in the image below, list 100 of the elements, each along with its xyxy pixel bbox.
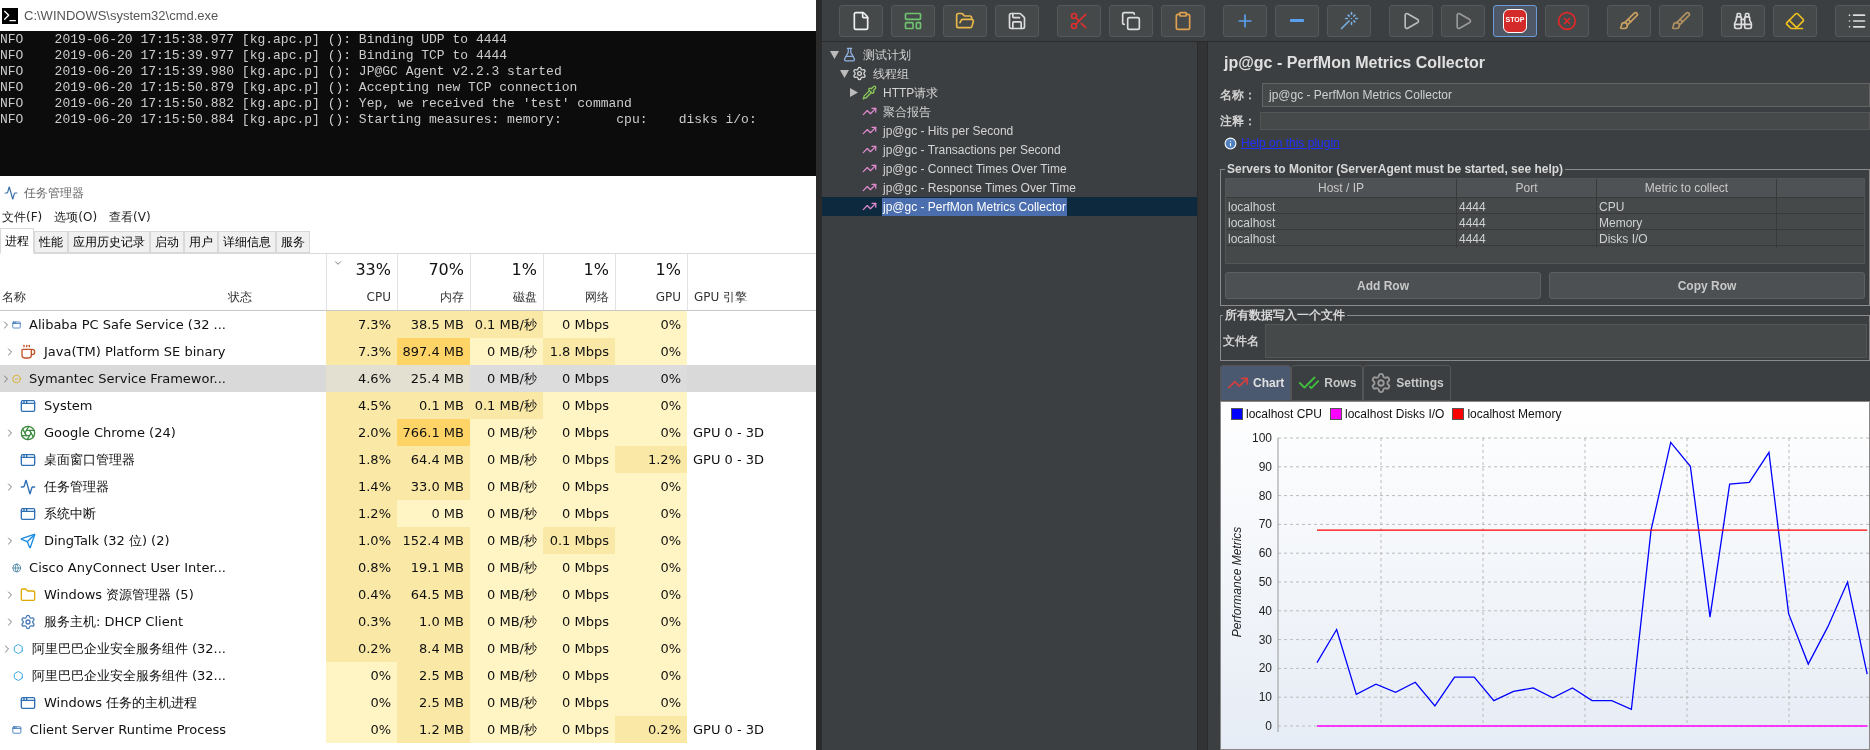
toolbar-button[interactable] (943, 4, 987, 37)
metric-cell: 0 Mbps (543, 662, 615, 689)
tab[interactable]: Rows (1291, 365, 1364, 401)
column-header[interactable]: GPU 引擎 (694, 288, 748, 306)
toolbar-button[interactable] (995, 4, 1039, 37)
table-cell: 4444 (1457, 198, 1597, 216)
name-field[interactable]: jp@gc - PerfMon Metrics Collector (1262, 83, 1870, 107)
tree-label: jp@gc - Transactions per Second (882, 141, 1062, 159)
table-cell-text: GPU 0 - 3D (693, 720, 765, 739)
metric-cell: 1.2 MB (397, 716, 470, 743)
metric-cell: 0% (615, 554, 687, 581)
table-cell: localhost (1226, 198, 1457, 216)
tree-item[interactable]: jp@gc - Connect Times Over Time (822, 159, 1197, 178)
y-tick-label: 0 (1265, 719, 1272, 732)
tree-item[interactable]: HTTP请求 (822, 83, 1197, 102)
toolbar-button[interactable] (1721, 4, 1765, 37)
metric-cell: 0 MB/秒 (470, 689, 543, 716)
metric-cell: 0% (615, 689, 687, 716)
tab[interactable]: 详细信息 (218, 231, 276, 253)
metric-cell: 19.1 MB (397, 554, 470, 581)
tab[interactable]: Settings (1363, 365, 1451, 401)
metric-cell: 0.8% (326, 554, 397, 581)
collapsed-triangle-icon[interactable] (850, 88, 858, 97)
metric-cell: 0 MB/秒 (470, 608, 543, 635)
brush-icon (1671, 10, 1691, 31)
toolbar-button[interactable] (1607, 4, 1651, 37)
y-tick-label: 90 (1258, 459, 1272, 474)
tree-item[interactable]: jp@gc - Transactions per Second (822, 140, 1197, 159)
expanded-triangle-icon[interactable] (829, 50, 839, 59)
y-axis-label: Performance Metrics (1230, 526, 1244, 638)
column-header[interactable]: CPU (366, 288, 391, 306)
tab[interactable]: 启动 (150, 231, 184, 253)
clipboard-icon (1173, 10, 1193, 31)
metric-cell: 1.2% (326, 500, 397, 527)
metric-cell: 1.0 MB (397, 608, 470, 635)
table-header-cell[interactable] (1777, 179, 1864, 197)
metric-cell: 0 MB/秒 (470, 446, 543, 473)
column-header[interactable]: 状态 (228, 288, 252, 306)
console-line: NFO 2019-06-20 17:15:39.977 [kg.apc.p] (): Binding TCP to 4444 (0, 48, 509, 64)
tree-label: 测试计划 (862, 46, 912, 64)
menu-item[interactable]: 文件(F) (2, 208, 43, 226)
table-cell-text: GPU 0 - 3D (693, 450, 765, 469)
table-header-cell[interactable]: Metric to collect (1597, 179, 1777, 197)
tab[interactable]: 性能 (34, 231, 68, 253)
table-action-button[interactable]: Add Row (1225, 272, 1541, 299)
tab[interactable]: 应用历史记录 (68, 231, 150, 253)
metric-cell: 0.3% (326, 608, 397, 635)
metric-cell: 0% (615, 419, 687, 446)
toolbar-button[interactable] (891, 4, 935, 37)
toolbar-button[interactable] (1109, 4, 1153, 37)
table-header-cell[interactable]: Port (1457, 179, 1597, 197)
metric-cell: 64.4 MB (397, 446, 470, 473)
metric-cell: 0 Mbps (543, 473, 615, 500)
metric-cell: 0% (615, 635, 687, 662)
metric-cell: 1.4% (326, 473, 397, 500)
tree-item[interactable]: 测试计划 (822, 45, 1197, 64)
tab[interactable]: Chart (1220, 365, 1292, 401)
metric-cell: 0% (326, 689, 397, 716)
table-header-cell[interactable]: Host / IP (1226, 179, 1457, 197)
tree-label: 线程组 (872, 65, 910, 83)
toolbar-button[interactable] (1441, 4, 1485, 37)
metric-cell: 0 MB/秒 (470, 662, 543, 689)
tree-label: HTTP请求 (882, 84, 940, 102)
column-header[interactable]: 内存 (440, 288, 464, 306)
process-row[interactable]: Symantec Service Framewor... 4.6% 25.4 MB 0 MB/秒 0 Mbps 0% (0, 365, 816, 392)
gear-icon (1370, 372, 1393, 394)
toolbar-button[interactable] (1773, 4, 1817, 37)
process-name: 任务管理器 (44, 477, 109, 496)
toolbar-button[interactable] (1275, 4, 1319, 37)
tab[interactable]: 进程 (0, 228, 34, 254)
tab[interactable]: 用户 (184, 231, 218, 253)
comment-field[interactable] (1260, 112, 1870, 130)
toolbar-button[interactable] (1389, 4, 1433, 37)
metric-cell: 0 MB (397, 500, 470, 527)
column-header[interactable]: GPU (655, 288, 681, 306)
tree-item[interactable]: 线程组 (822, 64, 1197, 83)
column-header[interactable]: 名称 (2, 288, 26, 306)
toolbar-button[interactable] (1835, 4, 1870, 37)
table-action-button[interactable]: Copy Row (1549, 272, 1865, 299)
y-tick-label: 20 (1258, 661, 1272, 676)
menu-item[interactable]: 选项(O) (54, 208, 98, 226)
tree-item[interactable]: jp@gc - Hits per Second (822, 121, 1197, 140)
expanded-triangle-icon[interactable] (839, 69, 849, 78)
metric-cell: 1.8 Mbps (543, 338, 615, 365)
column-header[interactable]: 磁盘 (513, 288, 537, 306)
toolbar-button[interactable] (839, 4, 883, 37)
tab[interactable]: 服务 (276, 231, 310, 253)
y-tick-label: 60 (1258, 546, 1272, 561)
filename-field[interactable] (1265, 324, 1867, 358)
metric-cell: 1.0% (326, 527, 397, 554)
tree-item[interactable]: jp@gc - PerfMon Metrics Collector (822, 197, 1197, 216)
tree-item[interactable]: jp@gc - Response Times Over Time (822, 178, 1197, 197)
metric-cell: 8.4 MB (397, 635, 470, 662)
column-header[interactable]: 网络 (585, 288, 609, 306)
tree-label: 聚合报告 (882, 103, 932, 121)
tree-item[interactable]: 聚合报告 (822, 102, 1197, 121)
menu-item[interactable]: 查看(V) (109, 208, 151, 226)
y-tick-label: 80 (1258, 488, 1272, 503)
toolbar-button[interactable] (1161, 4, 1205, 37)
sort-chevron-icon[interactable] (333, 258, 343, 268)
